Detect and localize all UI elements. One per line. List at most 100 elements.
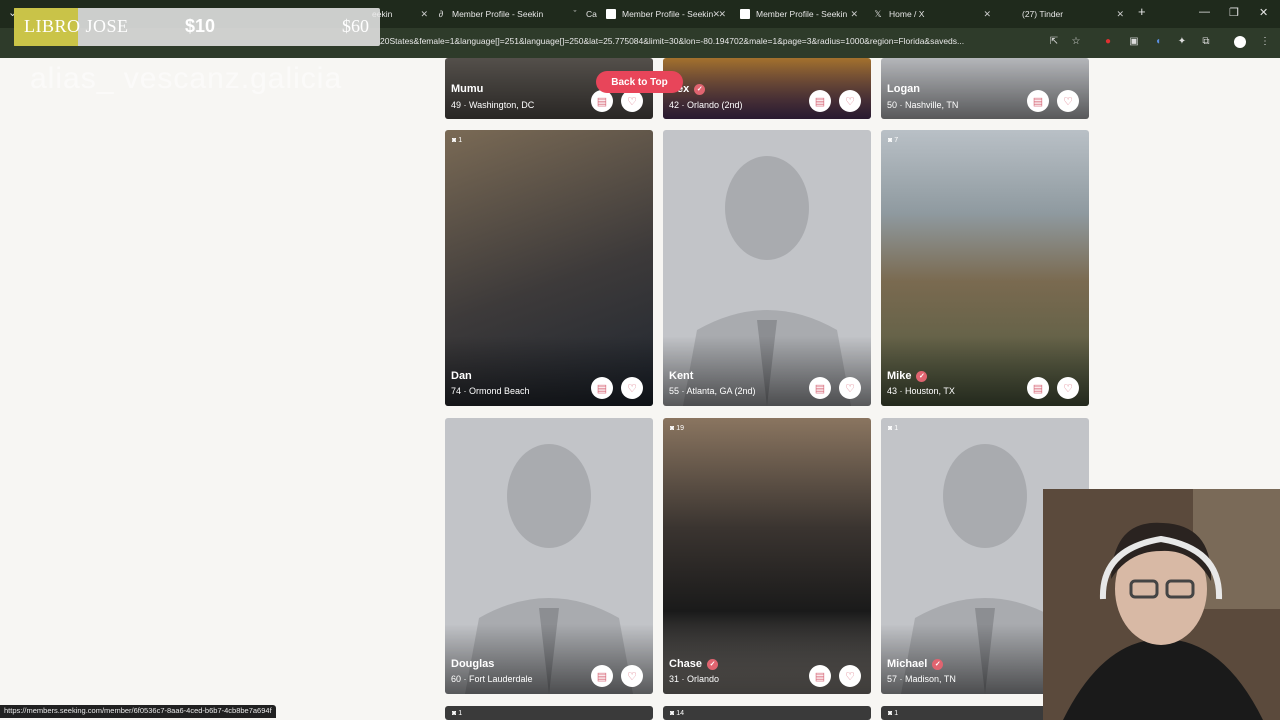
tinder-icon: [1006, 9, 1016, 19]
camera-icon: ◙ 7: [888, 137, 899, 144]
verified-check-icon: ✓: [707, 658, 719, 670]
restore-icon[interactable]: ❐: [1229, 6, 1239, 19]
bookmark-star-icon[interactable]: ☆: [1070, 36, 1082, 48]
browser-tab[interactable]: 𝕏 Home / X ✕: [873, 4, 991, 24]
camera-icon: ◙ 1: [452, 710, 463, 717]
message-icon[interactable]: ▤: [1027, 90, 1049, 112]
profile-name-text: Michael: [887, 658, 928, 670]
profile-card[interactable]: Douglas 60 · Fort Lauderdale ▤ ♡: [445, 418, 653, 694]
profile-meta: 49 · Washington, DC: [451, 100, 535, 110]
minimize-icon[interactable]: —: [1199, 6, 1210, 18]
profile-meta: 74 · Ormond Beach: [451, 386, 530, 396]
heart-icon[interactable]: ♡: [621, 665, 643, 687]
heart-icon[interactable]: ♡: [839, 90, 861, 112]
heart-icon[interactable]: ♡: [621, 90, 643, 112]
close-icon[interactable]: ✕: [718, 9, 726, 20]
profile-meta: 50 · Nashville, TN: [887, 100, 959, 110]
photo-count: 1: [458, 710, 463, 717]
webcam-person-image: [1043, 489, 1280, 720]
window-close-icon[interactable]: ✕: [1259, 6, 1268, 19]
camera-icon: ◙ 1: [888, 425, 899, 432]
heart-icon[interactable]: ♡: [839, 377, 861, 399]
new-tab-button[interactable]: +: [1138, 4, 1146, 19]
extensions-puzzle-icon[interactable]: ⧉: [1200, 36, 1212, 48]
menu-icon[interactable]: ⋮: [1259, 36, 1271, 48]
profile-card[interactable]: ◙ 19 Chase ✓ 31 · Orlando ▤ ♡: [663, 418, 871, 694]
status-bar-url: https://members.seeking.com/member/6f053…: [0, 705, 276, 718]
close-icon[interactable]: ✕: [983, 9, 991, 20]
message-icon[interactable]: ▤: [591, 665, 613, 687]
photo-count: 1: [458, 137, 463, 144]
profile-meta: 43 · Houston, TX: [887, 386, 955, 396]
browser-tab[interactable]: Member Profile - Seekin ✕: [606, 4, 726, 24]
photo-count: 7: [894, 137, 899, 144]
verified-check-icon: ✓: [694, 83, 706, 95]
profile-name: Kent: [669, 370, 694, 382]
tab-title: Member Profile - Seekin: [756, 9, 848, 19]
profile-card[interactable]: ◙ 14: [663, 706, 871, 720]
profile-name-text: Mike: [887, 370, 912, 382]
white-page-icon: [740, 9, 750, 19]
message-icon[interactable]: ▤: [1027, 377, 1049, 399]
photo-count: 14: [676, 710, 684, 717]
profile-card[interactable]: Logan 50 · Nashville, TN ▤ ♡: [881, 58, 1089, 119]
back-to-top-button[interactable]: Back to Top: [596, 71, 683, 93]
x-icon: 𝕏: [874, 9, 882, 19]
heart-icon[interactable]: ♡: [1057, 377, 1079, 399]
url-field[interactable]: 20States&female=1&language[]=251&languag…: [380, 36, 964, 46]
message-icon[interactable]: ▤: [591, 377, 613, 399]
tab-title: Ca: [586, 9, 597, 19]
browser-tab[interactable]: ˇ Ca: [570, 4, 600, 24]
extension-icon[interactable]: ✦: [1176, 36, 1188, 48]
white-page-icon: [606, 9, 616, 19]
message-icon[interactable]: ▤: [809, 377, 831, 399]
photo-count: 19: [676, 425, 684, 432]
browser-tab[interactable]: Member Profile - Seekin ✕: [740, 4, 858, 24]
profile-meta: 60 · Fort Lauderdale: [451, 674, 533, 684]
heart-icon[interactable]: ♡: [839, 665, 861, 687]
tab-title: Member Profile - Seekin: [452, 9, 544, 19]
overlay-price: $10: [185, 16, 216, 36]
photo-count: 1: [894, 425, 899, 432]
profile-meta: 31 · Orlando: [669, 674, 720, 684]
browser-tab[interactable]: (27) Tinder ✕: [1006, 4, 1124, 24]
profile-name-text: Chase: [669, 658, 703, 670]
tab-title: (27) Tinder: [1022, 9, 1064, 19]
message-icon[interactable]: ▤: [809, 665, 831, 687]
profile-name: Mike ✓: [887, 370, 928, 382]
message-icon[interactable]: ▤: [809, 90, 831, 112]
profile-meta: 57 · Madison, TN: [887, 674, 956, 684]
overlay-price: $60: [342, 16, 369, 36]
extension-icon[interactable]: ●: [1102, 36, 1114, 48]
extension-icon[interactable]: ▣: [1128, 36, 1140, 48]
close-icon[interactable]: ✕: [420, 9, 428, 20]
profile-card[interactable]: ex ✓ 42 · Orlando (2nd) ▤ ♡: [663, 58, 871, 119]
profile-card[interactable]: ◙ 7 Mike ✓ 43 · Houston, TX ▤ ♡: [881, 130, 1089, 406]
message-icon[interactable]: ▤: [591, 90, 613, 112]
verified-check-icon: ✓: [916, 370, 928, 382]
camera-icon: ◙ 1: [452, 137, 463, 144]
heart-icon[interactable]: ♡: [1057, 90, 1079, 112]
webcam-overlay: [1043, 489, 1280, 720]
page-icon: ∂: [438, 9, 444, 19]
profile-card[interactable]: ◙ 1: [445, 706, 653, 720]
extension-icon[interactable]: ◖: [1152, 36, 1164, 48]
heart-icon[interactable]: ♡: [621, 377, 643, 399]
camera-icon: ◙ 1: [888, 710, 899, 717]
overlay-text: LIBRO JOSE: [24, 16, 129, 36]
photo-count: 1: [894, 710, 899, 717]
profile-name: Mumu: [451, 83, 484, 95]
profile-avatar[interactable]: [1234, 36, 1246, 48]
tab-title: Member Profile - Seekin: [622, 9, 714, 19]
close-icon[interactable]: ✕: [1116, 9, 1124, 20]
camera-icon: ◙ 19: [670, 425, 684, 432]
profile-card[interactable]: Kent 55 · Atlanta, GA (2nd) ▤ ♡: [663, 130, 871, 406]
camera-icon: ◙ 14: [670, 710, 684, 717]
profile-card[interactable]: ◙ 1 Dan 74 · Ormond Beach ▤ ♡: [445, 130, 653, 406]
tab-title: Home / X: [889, 9, 925, 19]
overlay-alias: alias_ vescanz.galicia: [30, 62, 343, 95]
install-icon[interactable]: ⇱: [1048, 36, 1060, 48]
close-icon[interactable]: ✕: [850, 9, 858, 20]
profile-name: Chase ✓: [669, 658, 719, 670]
verified-check-icon: ✓: [932, 658, 944, 670]
